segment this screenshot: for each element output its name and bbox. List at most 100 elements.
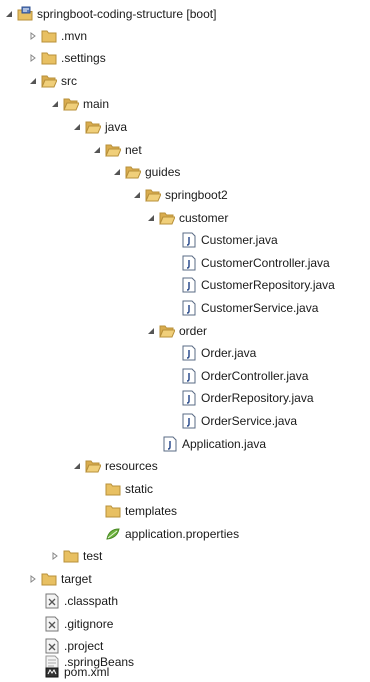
expanded-arrow-icon[interactable] (4, 9, 14, 19)
tree-item-label: resources (105, 459, 158, 473)
folder-open-icon (41, 73, 57, 89)
folder-icon (105, 503, 121, 519)
tree-item-label: .settings (61, 51, 106, 65)
tree-item-label: java (105, 120, 128, 134)
tree-item-settings[interactable]: .settings (28, 48, 106, 68)
properties-file-icon (105, 526, 121, 542)
tree-item-test[interactable]: test (50, 546, 102, 566)
java-file-icon (181, 368, 197, 384)
folder-open-icon (159, 210, 175, 226)
tree-item-label: OrderController.java (201, 369, 309, 383)
tree-item-springboot2[interactable]: springboot2 (132, 185, 228, 205)
folder-icon (105, 481, 121, 497)
tree-item-resources[interactable]: resources (72, 456, 158, 476)
expanded-arrow-icon[interactable] (72, 461, 82, 471)
tree-item-label: test (83, 549, 103, 563)
tree-item-label: order (179, 324, 208, 338)
folder-open-icon (85, 458, 101, 474)
maven-pom-icon (44, 664, 60, 680)
tree-item-label: CustomerRepository.java (201, 278, 335, 292)
tree-item-label: main (83, 97, 110, 111)
folder-open-icon (85, 119, 101, 135)
tree-item-pom-xml[interactable]: pom.xml (44, 662, 109, 682)
tree-item-guides[interactable]: guides (112, 162, 180, 182)
folder-open-icon (105, 142, 121, 158)
tree-item-project-root[interactable]: springboot-coding-structure [boot] (4, 4, 216, 24)
java-file-icon (181, 277, 197, 293)
tree-item-label: .classpath (64, 594, 119, 608)
tree-item-templates[interactable]: templates (105, 501, 177, 521)
tree-item-label: net (125, 143, 142, 157)
expanded-arrow-icon[interactable] (146, 326, 156, 336)
folder-icon (41, 571, 57, 587)
project-icon (17, 6, 33, 22)
expanded-arrow-icon[interactable] (92, 145, 102, 155)
tree-item-customer-service[interactable]: CustomerService.java (181, 298, 318, 318)
expanded-arrow-icon[interactable] (112, 167, 122, 177)
tree-item-label: springboot2 (165, 188, 228, 202)
collapsed-arrow-icon[interactable] (28, 31, 38, 41)
java-file-icon (181, 300, 197, 316)
tree-item-classpath[interactable]: .classpath (44, 591, 118, 611)
tree-item-label: Customer.java (201, 233, 278, 247)
tree-item-src[interactable]: src (28, 71, 77, 91)
java-file-icon (181, 390, 197, 406)
java-file-icon (181, 345, 197, 361)
tree-item-java-folder[interactable]: java (72, 117, 127, 137)
folder-open-icon (159, 323, 175, 339)
tree-item-application-properties[interactable]: application.properties (105, 524, 239, 544)
tree-item-label: application.properties (125, 527, 240, 541)
tree-item-net[interactable]: net (92, 140, 142, 160)
tree-item-gitignore[interactable]: .gitignore (44, 614, 113, 634)
tree-item-label: OrderRepository.java (201, 391, 314, 405)
tree-item-order-java[interactable]: Order.java (181, 343, 256, 363)
java-file-icon (181, 413, 197, 429)
tree-item-label: src (61, 74, 77, 88)
tree-item-main[interactable]: main (50, 94, 109, 114)
tree-item-label: Application.java (182, 437, 267, 451)
java-file-icon (181, 232, 197, 248)
tree-item-customer-repository[interactable]: CustomerRepository.java (181, 275, 335, 295)
tree-item-order-service[interactable]: OrderService.java (181, 411, 297, 431)
folder-icon (63, 548, 79, 564)
tree-item-label: OrderService.java (201, 414, 298, 428)
tree-item-customer-java[interactable]: Customer.java (181, 230, 278, 250)
xml-file-icon (44, 593, 60, 609)
tree-item-label: Order.java (201, 346, 257, 360)
folder-icon (41, 28, 57, 44)
tree-item-application-java[interactable]: Application.java (162, 434, 266, 454)
expanded-arrow-icon[interactable] (132, 190, 142, 200)
tree-item-label: target (61, 572, 92, 586)
tree-item-mvn[interactable]: .mvn (28, 26, 87, 46)
project-explorer-tree: springboot-coding-structure [boot] .mvn … (0, 0, 370, 682)
expanded-arrow-icon[interactable] (28, 76, 38, 86)
expanded-arrow-icon[interactable] (50, 99, 60, 109)
java-file-icon (162, 436, 178, 452)
tree-item-customer-controller[interactable]: CustomerController.java (181, 253, 330, 273)
folder-open-icon (145, 187, 161, 203)
tree-item-customer[interactable]: customer (146, 208, 228, 228)
expanded-arrow-icon[interactable] (72, 122, 82, 132)
tree-item-label: customer (179, 211, 229, 225)
tree-item-label: static (125, 482, 154, 496)
java-file-icon (181, 255, 197, 271)
tree-item-order[interactable]: order (146, 321, 207, 341)
tree-item-label: CustomerController.java (201, 256, 330, 270)
tree-item-static[interactable]: static (105, 479, 153, 499)
expanded-arrow-icon[interactable] (146, 213, 156, 223)
collapsed-arrow-icon[interactable] (50, 551, 60, 561)
tree-item-order-controller[interactable]: OrderController.java (181, 366, 308, 386)
folder-open-icon (63, 96, 79, 112)
collapsed-arrow-icon[interactable] (28, 53, 38, 63)
collapsed-arrow-icon[interactable] (28, 574, 38, 584)
text-file-icon (44, 616, 60, 632)
tree-item-label: .gitignore (64, 617, 114, 631)
tree-item-label: CustomerService.java (201, 301, 319, 315)
tree-item-label: springboot-coding-structure [boot] (37, 7, 217, 21)
tree-item-target[interactable]: target (28, 569, 92, 589)
tree-item-label: guides (145, 165, 181, 179)
tree-item-label: pom.xml (64, 665, 110, 679)
folder-icon (41, 50, 57, 66)
tree-item-label: .mvn (61, 29, 88, 43)
tree-item-order-repository[interactable]: OrderRepository.java (181, 388, 314, 408)
